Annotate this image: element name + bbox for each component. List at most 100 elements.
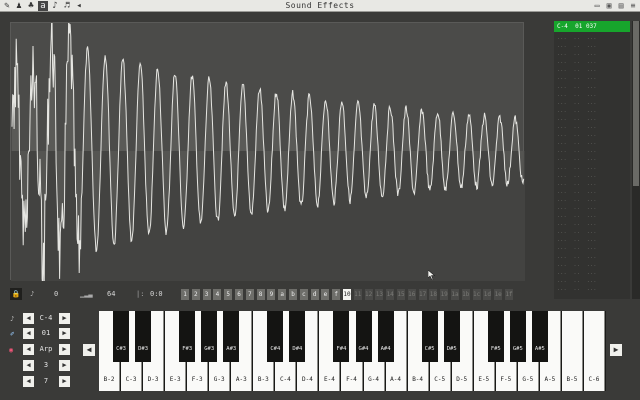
sfx-slot-18[interactable]: 18 <box>429 289 438 300</box>
piano-keyboard[interactable]: B-2 C-3 D-3 E-3 F-3 G-3 A-3 B-3 C-4 D-4 E-4 F-4 G-4 A… <box>99 311 606 391</box>
sfx-slot-14[interactable]: 14 <box>386 289 395 300</box>
sfx-slot-6[interactable]: 6 <box>235 289 243 300</box>
sfx-slot-7[interactable]: 7 <box>245 289 254 300</box>
sfx-slot-13[interactable]: 13 <box>375 289 384 300</box>
speed-value[interactable]: 0 <box>54 288 58 300</box>
sfx-slot-10[interactable]: 10 <box>343 289 351 300</box>
bars-value[interactable]: 64 <box>107 288 115 300</box>
tracker-row[interactable]: ... .. ... <box>554 58 630 66</box>
window-icon[interactable]: ▭ <box>592 1 602 11</box>
sfx-slot-19[interactable]: 19 <box>440 289 449 300</box>
black-key[interactable]: A#3 <box>223 311 240 362</box>
tracker-row[interactable]: ... .. ... <box>554 285 630 293</box>
black-key[interactable]: A#5 <box>531 311 548 362</box>
black-key[interactable]: C#4 <box>267 311 284 362</box>
sfx-slot-1a[interactable]: 1a <box>451 289 459 300</box>
tracker-row[interactable]: ... .. ... <box>554 196 630 204</box>
tracker-row[interactable]: ... .. ... <box>554 131 630 139</box>
tracker-row[interactable]: ... .. ... <box>554 228 630 236</box>
octave-prev-button[interactable]: ◀ <box>23 360 34 371</box>
tracker-row[interactable]: ... .. ... <box>554 277 630 285</box>
volume-prev-button[interactable]: ◀ <box>23 376 34 387</box>
tracker-scrollbar[interactable] <box>632 21 640 299</box>
tracker-row[interactable]: ... .. ... <box>554 261 630 269</box>
tracker-row[interactable]: ... .. ... <box>554 188 630 196</box>
sfx-slot-8[interactable]: 8 <box>256 289 265 300</box>
tracker-row[interactable]: ... .. ... <box>554 50 630 58</box>
tracker-row[interactable]: ... .. ... <box>554 83 630 91</box>
sfx-slot-1b[interactable]: 1b <box>461 289 470 300</box>
sfx-slot-12[interactable]: 12 <box>364 289 373 300</box>
sfx-slot-17[interactable]: 17 <box>418 289 427 300</box>
black-key[interactable]: G#4 <box>355 311 372 362</box>
sfx-slot-1e[interactable]: 1e <box>494 289 503 300</box>
sfx-slot-1f[interactable]: 1f <box>505 289 513 300</box>
sfx-slot-16[interactable]: 16 <box>407 289 416 300</box>
sfx-slot-c[interactable]: c <box>299 289 308 300</box>
sfx-slot-a[interactable]: a <box>278 289 287 300</box>
black-key[interactable]: C#3 <box>113 311 130 362</box>
black-key[interactable]: D#3 <box>135 311 152 362</box>
sfx-slot-9[interactable]: 9 <box>267 289 276 300</box>
sfx-slot-b[interactable]: b <box>289 289 297 300</box>
tracker-row[interactable]: ... .. ... <box>554 34 630 42</box>
black-key[interactable]: F#5 <box>487 311 504 362</box>
effect-prev-button[interactable]: ◀ <box>23 344 34 355</box>
sfx-slot-f[interactable]: f <box>332 289 341 300</box>
sfx-slot-d[interactable]: d <box>310 289 319 300</box>
waveform-view[interactable] <box>10 22 525 281</box>
sfx-slot-4[interactable]: 4 <box>213 289 222 300</box>
tracker-row[interactable]: ... .. ... <box>554 99 630 107</box>
tracker-row[interactable]: ... .. ... <box>554 172 630 180</box>
sfx-slot-1[interactable]: 1 <box>181 289 189 300</box>
file-icon[interactable]: ▤ <box>616 1 626 11</box>
loop-value[interactable]: 0:0 <box>150 288 163 300</box>
tracker-row[interactable]: ... .. ... <box>554 244 630 252</box>
black-key[interactable]: F#4 <box>333 311 350 362</box>
sfx-slot-11[interactable]: 11 <box>353 289 362 300</box>
black-key[interactable]: C#5 <box>421 311 438 362</box>
tracker-row[interactable]: ... .. ... <box>554 269 630 277</box>
sfx-slot-1c[interactable]: 1c <box>472 289 481 300</box>
menu-icon[interactable]: ≡ <box>628 1 638 11</box>
black-key[interactable]: F#3 <box>179 311 196 362</box>
sfx-slot-e[interactable]: e <box>321 289 330 300</box>
tracker-row[interactable]: ... .. ... <box>554 220 630 228</box>
tracker-row[interactable]: ... .. ... <box>554 74 630 82</box>
tracker-row[interactable]: ... .. ... <box>554 107 630 115</box>
black-key[interactable]: D#5 <box>443 311 460 362</box>
tracker-panel[interactable]: C-4 01 037 ... .. ...... .. ...... .. ..… <box>554 21 630 299</box>
copy-icon[interactable]: ▣ <box>604 1 614 11</box>
sfx-slot-5[interactable]: 5 <box>224 289 233 300</box>
tracker-row[interactable]: ... .. ... <box>554 155 630 163</box>
black-key[interactable]: G#5 <box>509 311 526 362</box>
tracker-current-row[interactable]: C-4 01 037 <box>554 21 630 32</box>
black-key[interactable]: A#4 <box>377 311 394 362</box>
note-next-button[interactable]: ▶ <box>59 313 70 324</box>
tracker-row[interactable]: ... .. ... <box>554 115 630 123</box>
lock-icon[interactable]: 🔒 <box>10 288 22 300</box>
tracker-row[interactable]: ... .. ... <box>554 42 630 50</box>
tracker-row[interactable]: ... .. ... <box>554 212 630 220</box>
sfx-slot-3[interactable]: 3 <box>202 289 211 300</box>
sfx-slot-15[interactable]: 15 <box>397 289 405 300</box>
tracker-row[interactable]: ... .. ... <box>554 91 630 99</box>
keyboard-scroll-right-button[interactable]: ▶ <box>610 344 622 356</box>
tracker-row[interactable]: ... .. ... <box>554 253 630 261</box>
effect-next-button[interactable]: ▶ <box>59 344 70 355</box>
instrument-prev-button[interactable]: ◀ <box>23 328 34 339</box>
keyboard-scroll-left-button[interactable]: ◀ <box>83 344 95 356</box>
tracker-row[interactable]: ... .. ... <box>554 147 630 155</box>
white-key[interactable]: C-6 <box>583 311 605 391</box>
tracker-row[interactable]: ... .. ... <box>554 123 630 131</box>
sfx-slot-2[interactable]: 2 <box>191 289 200 300</box>
scrollbar-thumb[interactable] <box>633 21 639 186</box>
octave-next-button[interactable]: ▶ <box>59 360 70 371</box>
black-key[interactable]: D#4 <box>289 311 306 362</box>
tracker-row[interactable]: ... .. ... <box>554 139 630 147</box>
tracker-row[interactable]: ... .. ... <box>554 164 630 172</box>
sfx-slot-1d[interactable]: 1d <box>483 289 492 300</box>
volume-next-button[interactable]: ▶ <box>59 376 70 387</box>
note-prev-button[interactable]: ◀ <box>23 313 34 324</box>
black-key[interactable]: G#3 <box>201 311 218 362</box>
